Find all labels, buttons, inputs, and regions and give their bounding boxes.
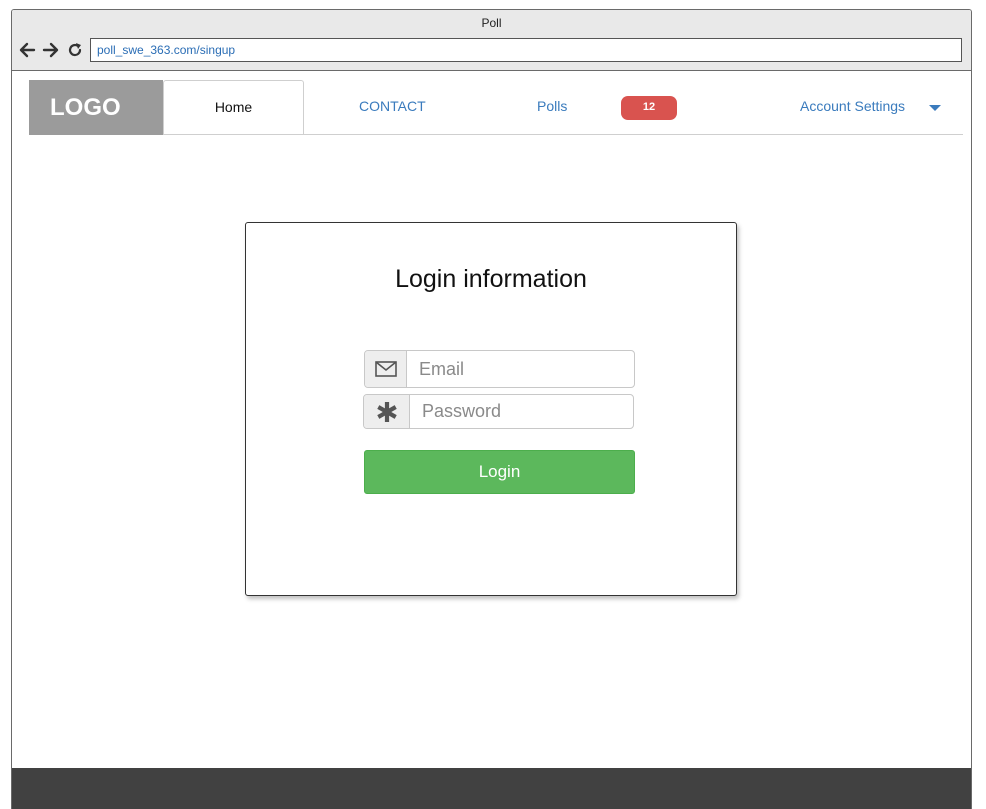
forward-arrow-icon[interactable] xyxy=(42,41,60,59)
footer-bar xyxy=(12,768,971,809)
nav-link-polls[interactable]: Polls xyxy=(537,80,567,134)
email-input[interactable] xyxy=(407,351,634,387)
password-input[interactable] xyxy=(410,395,633,428)
login-panel: Login information Email Login xyxy=(245,222,737,596)
dropdown-caret-icon[interactable] xyxy=(929,105,941,111)
window-title: Poll xyxy=(481,16,502,30)
back-arrow-icon[interactable] xyxy=(18,41,36,59)
password-addon xyxy=(364,395,410,428)
nav-tab-home[interactable]: Home xyxy=(163,80,304,134)
email-addon xyxy=(365,351,407,387)
envelope-icon xyxy=(374,361,397,377)
password-input-group xyxy=(363,394,634,429)
address-bar[interactable]: poll_swe_363.com/singup xyxy=(90,38,962,62)
polls-count-badge: 12 xyxy=(621,96,677,120)
email-input-group xyxy=(364,350,635,388)
reload-icon[interactable] xyxy=(66,41,84,59)
login-button[interactable]: Login xyxy=(364,450,635,494)
asterisk-icon xyxy=(376,401,397,422)
nav-link-contact[interactable]: CONTACT xyxy=(359,80,426,134)
top-navigation: LOGO Home CONTACT Polls 12 Account Setti… xyxy=(29,80,963,135)
logo[interactable]: LOGO xyxy=(29,80,163,135)
browser-chrome: Poll poll_swe_363.com/singup xyxy=(12,10,971,71)
login-title: Login information xyxy=(395,265,587,293)
browser-window: Poll poll_swe_363.com/singup LOGO Home C… xyxy=(11,9,972,809)
nav-link-account-settings[interactable]: Account Settings xyxy=(800,80,905,134)
